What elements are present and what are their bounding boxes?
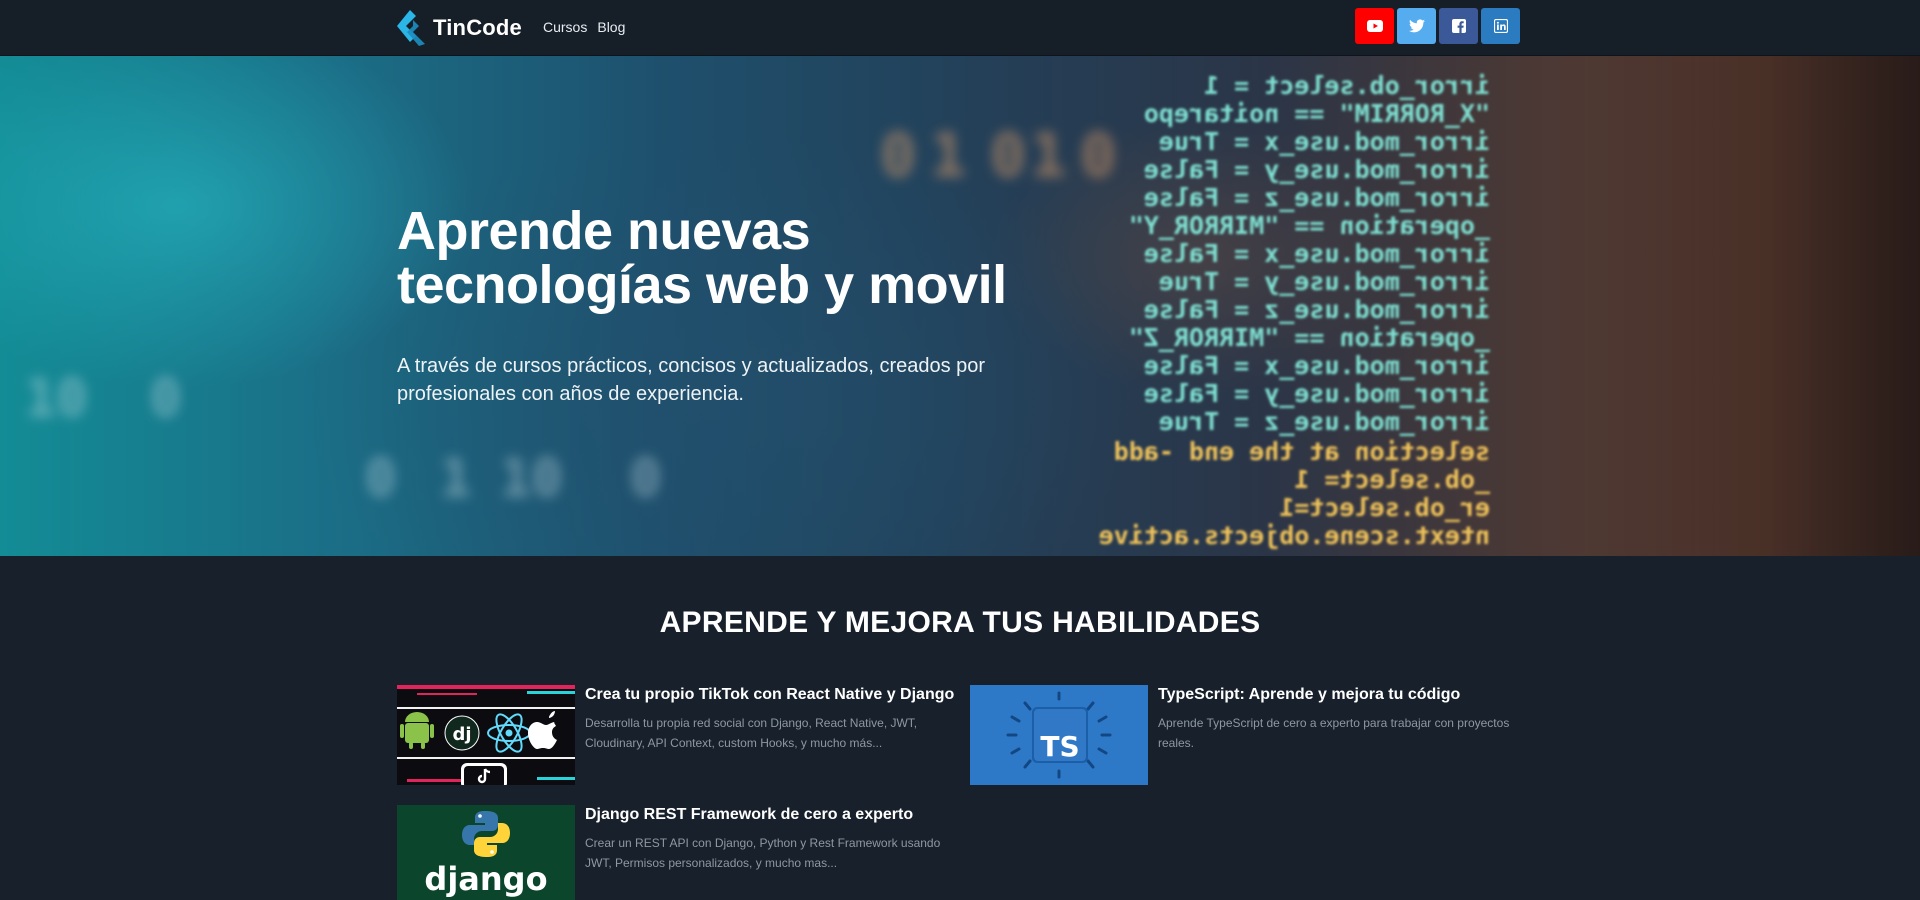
course-card-typescript[interactable]: TS TypeScript: Aprende y mejora tu códig… <box>970 685 1528 785</box>
svg-text:0: 0 <box>150 369 181 429</box>
course-body: Crea tu propio TikTok con React Native y… <box>585 685 955 785</box>
svg-text:_operation == "MIRROR_Z": _operation == "MIRROR_Z" <box>1129 323 1490 352</box>
svg-text:1: 1 <box>930 121 966 191</box>
tiktok-course-image: dj <box>397 685 575 785</box>
section-title: APRENDE Y MEJORA TUS HABILIDADES <box>659 606 1261 639</box>
twitter-button[interactable] <box>1397 8 1436 44</box>
svg-text:irror_mod.use_x = False: irror_mod.use_x = False <box>1144 351 1490 380</box>
svg-text:0: 0 <box>1080 121 1116 191</box>
svg-text:10: 10 <box>500 449 563 509</box>
svg-text:_ob.select= 1: _ob.select= 1 <box>1294 465 1490 494</box>
svg-text:0: 0 <box>880 121 916 191</box>
tincode-logo-icon <box>397 10 425 46</box>
course-card-django[interactable]: django Django REST Framework de cero a e… <box>397 805 955 900</box>
hero-title-line1: Aprende nuevas <box>397 201 811 261</box>
course-title: TypeScript: Aprende y mejora tu código <box>1158 686 1461 703</box>
svg-text:1: 1 <box>1030 121 1066 191</box>
facebook-button[interactable] <box>1439 8 1478 44</box>
nav-link-blog[interactable]: Blog <box>597 16 625 38</box>
svg-text:0: 0 <box>630 449 661 509</box>
course-thumbnail-typescript: TS <box>970 685 1148 785</box>
svg-text:er_ob.select=1: er_ob.select=1 <box>1279 493 1490 522</box>
course-thumbnail-django: django <box>397 805 575 900</box>
svg-text:irror_mod.use_z = True: irror_mod.use_z = True <box>1159 407 1490 436</box>
nav-link-cursos[interactable]: Cursos <box>543 16 587 38</box>
svg-text:0: 0 <box>990 121 1026 191</box>
linkedin-button[interactable] <box>1481 8 1520 44</box>
course-thumbnail-tiktok: dj <box>397 685 575 785</box>
brand-logo-link[interactable]: TinCode <box>397 8 522 48</box>
django-course-image: django <box>397 805 575 900</box>
svg-text:selection at the end -add: selection at the end -add <box>1114 437 1490 466</box>
course-title: Django REST Framework de cero a experto <box>585 806 914 823</box>
svg-text:_operation == "MIRROR_Y": _operation == "MIRROR_Y" <box>1129 211 1490 240</box>
svg-text:10: 10 <box>25 369 88 429</box>
thumb-dj-text: dj <box>452 724 471 745</box>
svg-text:0: 0 <box>365 449 396 509</box>
hero-title: Aprende nuevas tecnologías web y movil <box>397 204 1097 312</box>
svg-text:"X_RORRIM" == noitarepo: "X_RORRIM" == noitarepo <box>1144 99 1490 128</box>
course-body: TypeScript: Aprende y mejora tu código A… <box>1158 685 1528 785</box>
facebook-icon <box>1451 19 1466 33</box>
svg-text:irror_mod.use_z = False: irror_mod.use_z = False <box>1144 295 1490 324</box>
top-navbar: TinCode Cursos Blog <box>0 0 1920 56</box>
svg-text:ntext.scene.objects.active: ntext.scene.objects.active <box>1099 521 1490 550</box>
social-links <box>1355 8 1520 44</box>
svg-text:1: 1 <box>440 449 471 509</box>
main-nav: Cursos Blog <box>543 16 625 38</box>
course-card-tiktok[interactable]: dj Crea tu propio TikTok con React Nativ… <box>397 685 955 785</box>
svg-text:irror_mod.use_z = False: irror_mod.use_z = False <box>1144 183 1490 212</box>
svg-text:irror_mod.use_y = False: irror_mod.use_y = False <box>1144 155 1490 184</box>
svg-text:irror_mod.use_y = False: irror_mod.use_y = False <box>1144 379 1490 408</box>
thumb-ts-text: TS <box>1040 730 1079 763</box>
course-description: Desarrolla tu propia red social con Djan… <box>585 716 918 750</box>
hero-banner: 01010 10 0 0 1 10 0 irror_ob.select = 1 "X_R… <box>0 56 1920 556</box>
course-description: Aprende TypeScript de cero a experto par… <box>1158 716 1510 750</box>
youtube-icon <box>1366 20 1383 32</box>
brand-name: TinCode <box>433 15 522 40</box>
typescript-course-image: TS <box>970 685 1148 785</box>
svg-text:irror_mod.use_y = True: irror_mod.use_y = True <box>1159 267 1490 296</box>
twitter-icon <box>1408 19 1425 33</box>
hero-subtitle: A través de cursos prácticos, concisos y… <box>397 355 986 405</box>
youtube-button[interactable] <box>1355 8 1394 44</box>
linkedin-icon <box>1493 19 1508 33</box>
course-body: Django REST Framework de cero a experto … <box>585 805 955 900</box>
svg-text:irror_ob.select = 1: irror_ob.select = 1 <box>1204 71 1490 100</box>
course-title: Crea tu propio TikTok con React Native y… <box>585 686 955 703</box>
thumb-django-text: django <box>424 860 547 898</box>
svg-text:irror_mod.use_x = True: irror_mod.use_x = True <box>1159 127 1490 156</box>
course-description: Crear un REST API con Django, Python y R… <box>585 836 941 870</box>
svg-text:irror_mod.use_x = False: irror_mod.use_x = False <box>1144 239 1490 268</box>
hero-title-line2: tecnologías web y movil <box>397 255 1007 315</box>
